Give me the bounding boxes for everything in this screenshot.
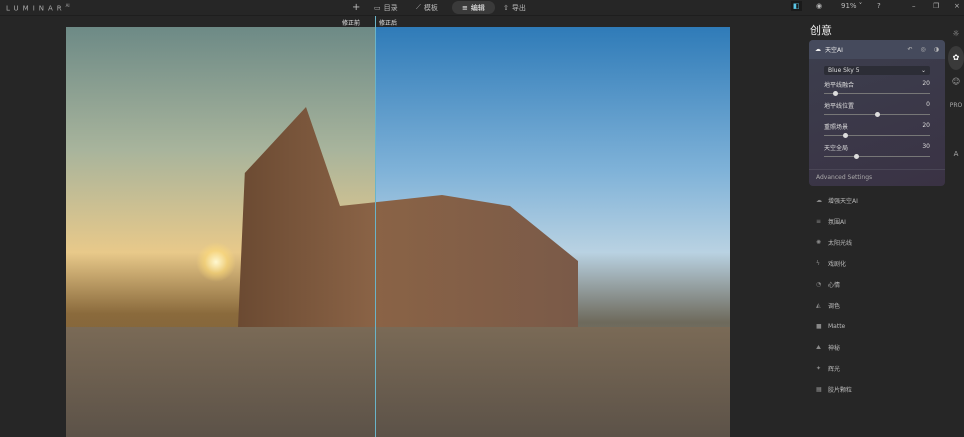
slider-knob[interactable] <box>853 154 859 159</box>
sliders-icon: ≡ <box>462 3 468 12</box>
tool-item[interactable]: ◔ 心情 <box>809 274 945 295</box>
panel-title: 创意 <box>810 24 832 37</box>
slider-value: 0 <box>926 101 930 108</box>
tool-label: 戏剧化 <box>828 261 847 268</box>
after-label: 修正后 <box>379 20 398 27</box>
slider-knob[interactable] <box>875 112 880 117</box>
slider-track[interactable] <box>824 91 930 96</box>
before-label: 修正前 <box>342 20 361 27</box>
tab-edit[interactable]: ≡ 编辑 <box>452 1 495 14</box>
compare-toggle-icon[interactable]: ◧ <box>791 1 802 11</box>
face-icon[interactable]: ☺ <box>948 70 964 94</box>
tool-icon: ≡ <box>816 218 822 225</box>
tool-icon: ϟ <box>816 260 820 267</box>
tool-item[interactable]: ϟ 戏剧化 <box>809 253 945 274</box>
tool-item[interactable]: ▦ 胶片颗粒 <box>809 379 945 400</box>
add-button[interactable]: + <box>352 1 360 14</box>
palette-icon[interactable]: ✿ <box>948 46 964 70</box>
tool-icon: ✦ <box>816 365 822 372</box>
slider-value: 30 <box>922 143 930 150</box>
tool-item[interactable]: ✺ 太阳光线 <box>809 232 945 253</box>
tab-catalog[interactable]: ▭ 目录 <box>374 1 398 14</box>
tool-icon: ☁ <box>816 197 822 204</box>
eye-icon[interactable]: ◉ <box>816 2 822 10</box>
tool-icon: ◭ <box>816 302 821 309</box>
minimize-icon[interactable]: – <box>912 2 916 10</box>
tool-item[interactable]: ⛰ 神秘 <box>809 337 945 358</box>
slider-label: 地平线融合 <box>824 82 855 89</box>
tool-label: Matte <box>828 323 846 330</box>
tool-item[interactable]: ☁ 增强天空AI <box>809 190 945 211</box>
zoom-dropdown[interactable]: 91% ˅ <box>841 2 862 10</box>
tool-label: 太阳光线 <box>828 240 853 247</box>
card-header[interactable]: ☁ 天空AI ↶ ◎ ◑ <box>809 40 945 59</box>
logo: LUMINARAI <box>6 3 70 13</box>
tool-label: 心情 <box>828 282 841 289</box>
wand-icon: ⟋ <box>416 3 421 11</box>
compare-divider[interactable] <box>375 16 376 437</box>
slider[interactable]: 重照场景 20 <box>824 122 930 138</box>
close-icon[interactable]: × <box>954 2 960 10</box>
slider-knob[interactable] <box>832 91 838 96</box>
tool-icon: ▦ <box>816 386 822 393</box>
preset-select[interactable]: Blue Sky 5 ⌄ <box>824 66 930 75</box>
slider-label: 重照场景 <box>824 124 849 131</box>
tool-icon: ✺ <box>816 239 822 246</box>
a-icon[interactable]: A <box>948 142 964 166</box>
slider-label: 地平线位置 <box>824 103 855 110</box>
slider-track[interactable] <box>824 112 930 117</box>
slider[interactable]: 地平线位置 0 <box>824 101 930 117</box>
pro-icon[interactable]: PRO <box>948 94 964 118</box>
tool-icon: ◔ <box>816 281 822 288</box>
tool-icon: ⛰ <box>816 343 822 351</box>
tab-export[interactable]: ⇧ 导出 <box>503 1 526 14</box>
mask-icon[interactable]: ◎ <box>921 46 926 53</box>
advanced-settings[interactable]: Advanced Settings <box>809 169 945 185</box>
folder-icon: ▭ <box>374 3 381 12</box>
cloud-icon: ☁ <box>815 46 821 53</box>
slider-value: 20 <box>922 80 930 87</box>
sun <box>196 242 236 282</box>
top-bar: LUMINARAI + ▭ 目录 ⟋ 模板 ≡ 编辑 ⇧ 导出 ◧ ◉ 91% ˅ ? … <box>0 0 964 16</box>
slider-track[interactable] <box>824 154 930 159</box>
tool-item[interactable]: ◭ 调色 <box>809 295 945 316</box>
tool-label: 氛围AI <box>828 219 846 226</box>
ground <box>66 327 730 437</box>
tool-item[interactable]: ≡ 氛围AI <box>809 211 945 232</box>
slider-knob[interactable] <box>843 133 849 138</box>
sky-ai-card: ☁ 天空AI ↶ ◎ ◑ Blue Sky 5 ⌄ 地平线融合 20 地平线位置 0 重照场景 2… <box>809 40 945 186</box>
help-icon[interactable]: ? <box>877 2 881 10</box>
tool-label: 辉光 <box>828 366 841 373</box>
slider[interactable]: 天空全局 30 <box>824 143 930 159</box>
sun-icon[interactable]: ☼ <box>948 22 964 46</box>
tool-label: 增强天空AI <box>828 198 858 205</box>
chevron-icon: ⌄ <box>920 67 926 74</box>
tab-templates[interactable]: ⟋ 模板 <box>416 1 438 14</box>
tool-label: 调色 <box>828 303 841 310</box>
undo-icon[interactable]: ↶ <box>907 46 912 53</box>
slider-track[interactable] <box>824 133 930 138</box>
slider[interactable]: 地平线融合 20 <box>824 80 930 96</box>
slider-label: 天空全局 <box>824 145 849 152</box>
tool-icon: ■ <box>816 323 822 330</box>
tool-item[interactable]: ✦ 辉光 <box>809 358 945 379</box>
tools-panel: 创意 ☁ 天空AI ↶ ◎ ◑ Blue Sky 5 ⌄ 地平线融合 20 地平线位置 0 重照… <box>809 20 945 400</box>
photo-canvas[interactable] <box>66 27 730 437</box>
toggle-icon[interactable]: ◑ <box>934 46 939 53</box>
tool-label: 胶片颗粒 <box>828 387 853 394</box>
slider-value: 20 <box>922 122 930 129</box>
export-icon: ⇧ <box>503 3 509 12</box>
tool-label: 神秘 <box>828 345 841 352</box>
tool-item[interactable]: ■ Matte <box>809 316 945 337</box>
restore-icon[interactable]: ❐ <box>933 2 939 10</box>
category-rail: ☼ ✿ ☺ PRO A <box>948 22 964 166</box>
